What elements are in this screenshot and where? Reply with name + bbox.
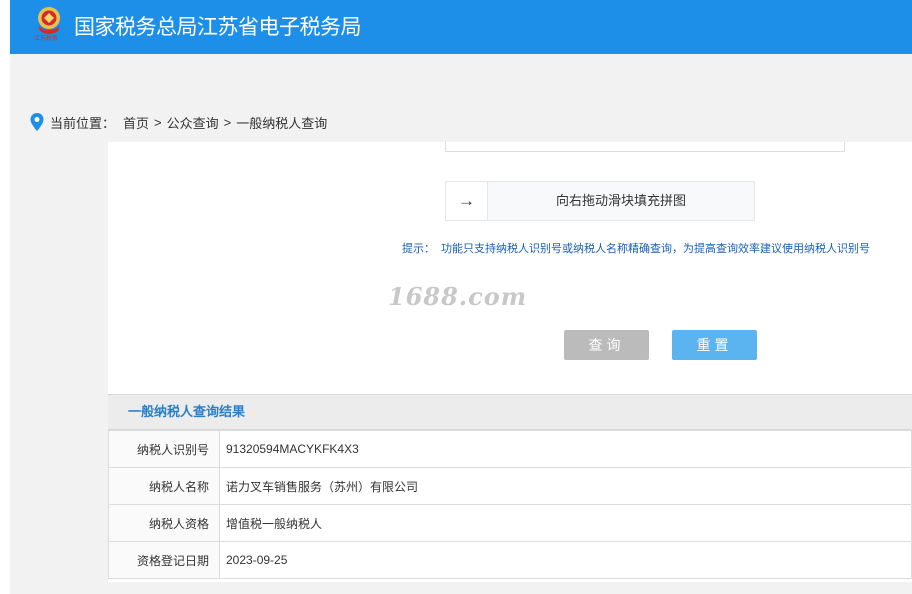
query-tip: 提示： 功能只支持纳税人识别号或纳税人名称精确查询，为提高查询效率建议使用纳税人识… — [402, 240, 870, 256]
breadcrumb-public-query[interactable]: 公众查询 — [167, 113, 219, 132]
table-row: 纳税人识别号 91320594MACYKFK4X3 — [108, 430, 912, 468]
query-button[interactable]: 查询 — [564, 330, 649, 360]
breadcrumb-separator: > — [223, 114, 232, 130]
location-pin-icon — [30, 113, 44, 131]
breadcrumb-label: 当前位置： — [50, 115, 116, 131]
taxpayer-qualification-label: 纳税人资格 — [108, 504, 220, 542]
result-title: 一般纳税人查询结果 — [108, 394, 912, 430]
page: 江苏税务 国家税务总局江苏省电子税务局 当前位置： 首页 > 公众查询 > 一般… — [10, 0, 912, 594]
breadcrumb-separator: > — [154, 114, 162, 130]
registration-date-label: 资格登记日期 — [108, 541, 220, 579]
taxpayer-id-label: 纳税人识别号 — [108, 430, 220, 468]
tip-label: 提示： — [402, 243, 435, 255]
table-row: 纳税人名称 诺力叉车销售服务（苏州）有限公司 — [108, 467, 912, 505]
result-table: 纳税人识别号 91320594MACYKFK4X3 纳税人名称 诺力叉车销售服务… — [108, 430, 912, 579]
taxpayer-name-label: 纳税人名称 — [108, 467, 220, 505]
taxpayer-name-value: 诺力叉车销售服务（苏州）有限公司 — [219, 467, 912, 505]
site-title: 国家税务总局江苏省电子税务局 — [74, 15, 362, 39]
slider-captcha: → 向右拖动滑块填充拼图 — [445, 181, 755, 221]
watermark: 1688.com — [388, 282, 528, 311]
table-row: 资格登记日期 2023-09-25 — [108, 541, 912, 579]
tip-text: 功能只支持纳税人识别号或纳税人名称精确查询，为提高查询效率建议使用纳税人识别号 — [441, 243, 870, 255]
registration-date-value: 2023-09-25 — [219, 541, 912, 579]
breadcrumb-home[interactable]: 首页 — [123, 113, 149, 132]
slider-hint: 向右拖动滑块填充拼图 — [555, 193, 686, 208]
query-panel: → 向右拖动滑块填充拼图 提示： 功能只支持纳税人识别号或纳税人名称精确查询，为提… — [108, 142, 912, 582]
site-header: 江苏税务 国家税务总局江苏省电子税务局 — [10, 0, 912, 54]
breadcrumb-current: 一般纳税人查询 — [236, 115, 328, 131]
taxpayer-qualification-value: 增值税一般纳税人 — [219, 504, 912, 542]
table-row: 纳税人资格 增值税一般纳税人 — [108, 504, 912, 542]
reset-button[interactable]: 重置 — [672, 330, 757, 360]
emblem-caption: 江苏税务 — [34, 36, 59, 42]
breadcrumb: 当前位置： 首页 > 公众查询 > 一般纳税人查询 — [30, 112, 327, 132]
slider-handle[interactable]: → — [446, 182, 488, 220]
query-input[interactable] — [445, 142, 845, 152]
taxpayer-id-value: 91320594MACYKFK4X3 — [219, 430, 912, 468]
